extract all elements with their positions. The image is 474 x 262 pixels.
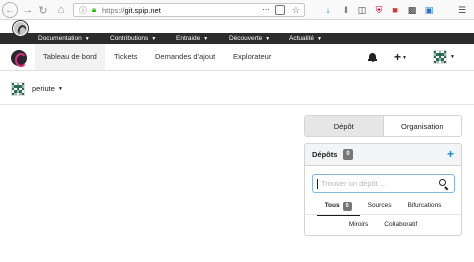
- filter-label: Tous: [324, 202, 340, 209]
- sidebar-icon[interactable]: ◫: [356, 4, 368, 16]
- extension-icon[interactable]: ▣: [423, 4, 435, 16]
- filter-forks[interactable]: Bifurcations: [399, 200, 449, 212]
- browser-toolbar: ← → ↻ ⌂ ⓘ 🔒︎ https://git.spip.net ⋯ ☆ ↓ …: [0, 0, 474, 20]
- forward-icon[interactable]: →: [21, 3, 35, 17]
- back-icon[interactable]: ←: [2, 2, 18, 18]
- avatar[interactable]: [433, 50, 447, 64]
- caret-down-icon: ▼: [151, 36, 157, 42]
- site-nav-label: Contributions: [110, 35, 149, 42]
- context-username: periute: [32, 84, 55, 93]
- divider: [0, 104, 474, 105]
- lock-icon[interactable]: 🔒︎: [89, 4, 99, 16]
- text-cursor: [317, 179, 318, 189]
- star-icon[interactable]: ☆: [292, 4, 300, 16]
- site-nav-item-documentation[interactable]: Documentation ▼: [38, 33, 90, 44]
- app-header: Tableau de bord Tickets Demandes d'ajout…: [0, 44, 474, 71]
- divider: [305, 214, 461, 215]
- tab-explore[interactable]: Explorateur: [233, 44, 271, 70]
- gitea-logo-icon[interactable]: [11, 50, 27, 67]
- site-nav-label: Actualité: [289, 35, 314, 42]
- context-avatar[interactable]: [11, 82, 25, 96]
- ellipsis-icon[interactable]: ⋯: [262, 4, 270, 16]
- repo-count-badge: 0: [343, 149, 353, 160]
- repo-search-input[interactable]: Trouver un dépôt …: [312, 174, 455, 193]
- site-nav-label: Entraide: [176, 35, 201, 42]
- tab-organizations[interactable]: Organisation: [382, 116, 461, 136]
- download-icon[interactable]: ↓: [322, 4, 334, 16]
- repo-panel-title: Dépôts: [312, 150, 338, 159]
- site-nav-item-entraide[interactable]: Entraide ▼: [176, 33, 208, 44]
- extension-icon[interactable]: ▩: [406, 4, 418, 16]
- tab-pull-requests[interactable]: Demandes d'ajout: [155, 44, 215, 70]
- filter-count-badge: 0: [342, 202, 352, 211]
- plus-icon: +: [394, 50, 402, 64]
- spip-logo-icon[interactable]: [13, 21, 28, 36]
- pocket-icon[interactable]: [275, 5, 285, 15]
- filter-collaborative[interactable]: Collaboratif: [376, 219, 425, 231]
- ublock-icon[interactable]: ⛨: [373, 4, 385, 16]
- info-icon[interactable]: ⓘ: [77, 4, 89, 16]
- add-repo-button[interactable]: +: [447, 147, 454, 161]
- search-icon[interactable]: [439, 179, 449, 190]
- create-menu-button[interactable]: +▼: [394, 50, 407, 65]
- caret-down-icon: ▼: [84, 36, 90, 42]
- bell-icon[interactable]: [368, 53, 377, 62]
- url-scheme: https://: [102, 5, 125, 15]
- menu-icon[interactable]: ☰: [456, 4, 468, 16]
- site-nav-label: Découverte: [229, 35, 263, 42]
- home-icon[interactable]: ⌂: [54, 3, 68, 17]
- site-nav: Documentation ▼ Contributions ▼ Entraide ▼ …: [0, 33, 474, 44]
- repo-panel-header: Dépôts 0 +: [305, 144, 461, 166]
- tab-dashboard[interactable]: Tableau de bord: [35, 44, 105, 70]
- repo-org-switch: Dépôt Organisation: [304, 115, 462, 137]
- tab-issues[interactable]: Tickets: [114, 44, 137, 70]
- repo-panel: Dépôts 0 + Trouver un dépôt … Tous 0 Sour…: [304, 143, 462, 236]
- site-nav-item-contributions[interactable]: Contributions ▼: [110, 33, 156, 44]
- reload-icon[interactable]: ↻: [36, 3, 50, 17]
- repo-filter-row: Miroirs Collaboratif: [305, 219, 461, 231]
- caret-down-icon: ▼: [265, 36, 271, 42]
- caret-down-icon: ▼: [57, 86, 63, 93]
- filter-all[interactable]: Tous 0: [316, 200, 360, 216]
- site-nav-item-decouverte[interactable]: Découverte ▼: [229, 33, 270, 44]
- filter-mirrors[interactable]: Miroirs: [341, 219, 377, 231]
- repo-filter-row: Tous 0 Sources Bifurcations: [305, 200, 461, 216]
- library-icon[interactable]: ‖: [340, 4, 352, 16]
- site-nav-label: Documentation: [38, 35, 82, 42]
- extension-icon[interactable]: ■: [389, 4, 401, 16]
- caret-down-icon[interactable]: ▼: [450, 54, 455, 60]
- site-nav-item-actualite[interactable]: Actualité ▼: [289, 33, 322, 44]
- context-user-switcher[interactable]: periute ▼: [32, 84, 63, 94]
- caret-down-icon: ▼: [316, 36, 322, 42]
- caret-down-icon: ▼: [402, 54, 407, 61]
- url-bar[interactable]: ⓘ 🔒︎ https://git.spip.net ⋯ ☆: [73, 3, 305, 17]
- url-host: git.spip.net: [124, 5, 161, 15]
- search-placeholder: Trouver un dépôt …: [321, 179, 388, 188]
- filter-sources[interactable]: Sources: [360, 200, 400, 212]
- tab-repositories[interactable]: Dépôt: [305, 116, 383, 136]
- caret-down-icon: ▼: [203, 36, 209, 42]
- url-text[interactable]: https://git.spip.net: [102, 6, 161, 15]
